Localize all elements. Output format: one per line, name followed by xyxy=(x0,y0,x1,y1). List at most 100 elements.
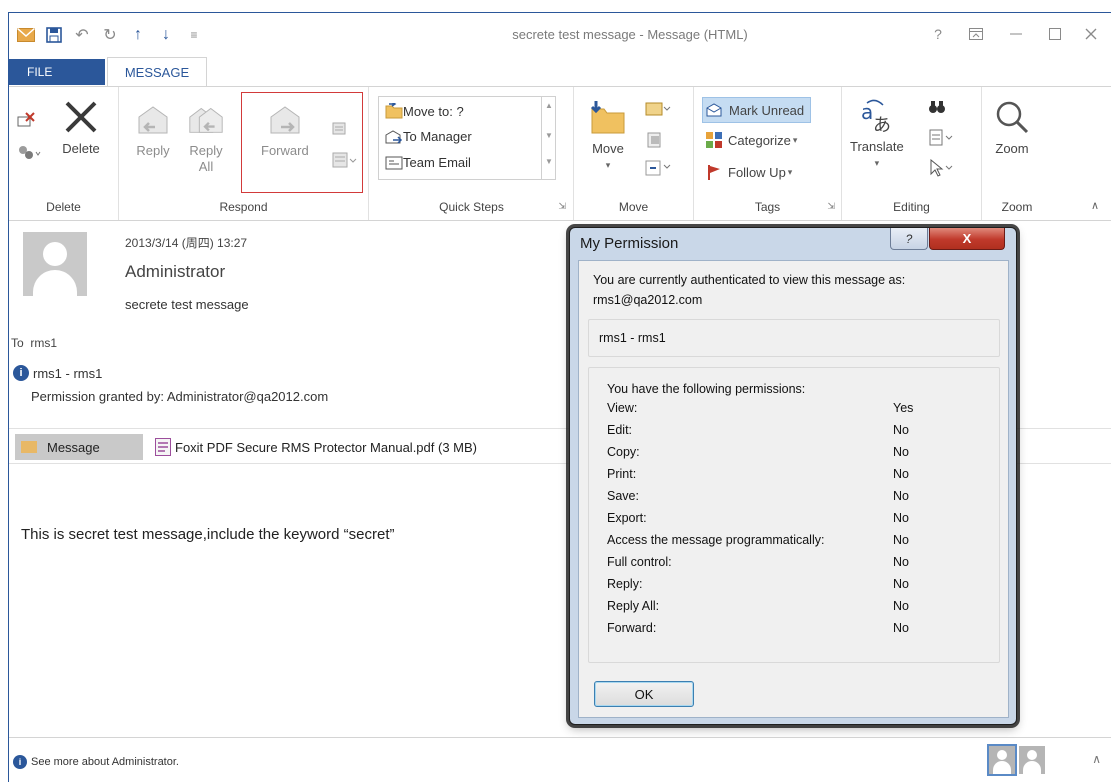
help-icon[interactable]: ? xyxy=(924,23,952,45)
restore-ribbon-icon[interactable] xyxy=(962,23,990,45)
rules-icon[interactable] xyxy=(644,101,672,122)
to-label: To xyxy=(11,336,24,350)
translate-button[interactable]: aあ Translate ▾ xyxy=(850,95,904,171)
permission-row: View: Yes xyxy=(607,401,914,415)
related-icon[interactable] xyxy=(928,129,954,150)
forward-highlight-box xyxy=(241,92,363,193)
junk-icon[interactable] xyxy=(17,145,41,164)
ribbon-tabs: FILE MESSAGE xyxy=(9,57,1111,87)
categorize-icon xyxy=(704,131,724,149)
follow-up-dropdown-icon: ▾ xyxy=(787,166,793,177)
outlook-message-window: ↶ ↻ ↑ ↓ ≡ secrete test message - Message… xyxy=(8,12,1111,782)
maximize-icon[interactable] xyxy=(1041,23,1069,45)
dialog-title: My Permission xyxy=(580,235,679,252)
flag-icon xyxy=(704,163,724,181)
message-sender[interactable]: Administrator xyxy=(125,262,225,282)
quick-step-team-email-label: Team Email xyxy=(403,155,471,170)
mark-unread-button[interactable]: Mark Unread xyxy=(702,97,812,123)
ignore-icon[interactable] xyxy=(17,111,35,132)
sender-avatar xyxy=(23,232,87,296)
editing-group-label: Editing xyxy=(893,200,930,214)
move-folder-icon xyxy=(588,97,628,137)
ok-button[interactable]: OK xyxy=(594,681,694,707)
envelope-icon xyxy=(21,441,37,453)
mark-unread-icon xyxy=(705,101,725,119)
delete-button[interactable]: Delete xyxy=(61,97,101,157)
reply-label: Reply xyxy=(136,143,170,158)
find-icon[interactable] xyxy=(928,99,946,118)
ribbon: Delete Delete Reply Reply All Forward Re… xyxy=(9,86,1111,221)
reply-icon xyxy=(133,99,173,139)
translate-icon: aあ xyxy=(857,95,897,135)
zoom-button[interactable]: Zoom xyxy=(992,97,1032,157)
tab-file[interactable]: FILE xyxy=(9,59,105,85)
move-label: Move xyxy=(592,141,624,156)
quick-step-move-to-label: Move to: ? xyxy=(403,103,464,119)
info-icon: i xyxy=(13,365,29,381)
respond-group-label: Respond xyxy=(219,200,268,214)
zoom-group: Zoom Zoom xyxy=(982,87,1052,220)
permission-info[interactable]: i rms1 - rms1 xyxy=(13,365,102,381)
permission-row: Access the message programmatically: No xyxy=(607,533,909,547)
permission-row: Save: No xyxy=(607,489,909,503)
permission-granted: Permission granted by: Administrator@qa2… xyxy=(31,389,329,404)
follow-up-label: Follow Up xyxy=(728,164,786,180)
tags-launcher-icon[interactable]: ⇲ xyxy=(827,201,835,212)
close-icon[interactable] xyxy=(1077,23,1105,45)
quick-step-team-email[interactable]: Team Email xyxy=(385,155,471,170)
team-email-icon xyxy=(385,156,403,170)
delete-label: Delete xyxy=(62,141,100,156)
categorize-label: Categorize xyxy=(728,132,791,148)
quick-step-move-to[interactable]: Move to: ? xyxy=(385,103,464,119)
dialog-content: You are currently authenticated to view … xyxy=(578,260,1009,718)
zoom-group-label: Zoom xyxy=(1001,200,1033,214)
my-permission-dialog: My Permission ? X You are currently auth… xyxy=(569,227,1017,725)
select-icon[interactable] xyxy=(928,158,954,180)
people-avatar[interactable] xyxy=(1019,746,1045,774)
onenote-icon[interactable] xyxy=(646,131,664,152)
folder-arrow-icon xyxy=(385,103,403,119)
move-group: Move ▾ Move xyxy=(574,87,694,220)
delete-group: Delete Delete xyxy=(9,87,119,220)
dialog-close-button[interactable]: X xyxy=(929,228,1005,250)
reply-all-label-1: Reply xyxy=(189,143,223,158)
attachment-file[interactable]: Foxit PDF Secure RMS Protector Manual.pd… xyxy=(155,438,477,456)
people-avatar-selected[interactable] xyxy=(987,744,1017,776)
auth-line-2: rms1@qa2012.com xyxy=(593,293,703,307)
svg-text:あ: あ xyxy=(873,115,891,135)
tab-message[interactable]: MESSAGE xyxy=(107,57,207,87)
translate-dropdown-icon: ▾ xyxy=(874,158,880,168)
quick-steps-scrollbar[interactable]: ▲ ▼ ▼ xyxy=(541,97,555,179)
reply-all-icon xyxy=(186,99,226,139)
quick-step-to-manager[interactable]: To Manager xyxy=(385,129,472,144)
move-group-label: Move xyxy=(618,200,649,214)
title-bar: ↶ ↻ ↑ ↓ ≡ secrete test message - Message… xyxy=(9,13,1111,53)
move-button[interactable]: Move ▾ xyxy=(588,97,628,173)
expand-people-pane-icon[interactable]: ∧ xyxy=(1092,752,1101,766)
minimize-icon[interactable] xyxy=(1002,23,1030,45)
help-icon: ? xyxy=(905,231,913,246)
reply-all-button[interactable]: Reply All xyxy=(186,99,226,175)
magnifier-icon xyxy=(992,97,1032,137)
close-icon: X xyxy=(962,231,972,246)
message-date: 2013/3/14 (周四) 13:27 xyxy=(125,236,248,250)
attachment-message-tab[interactable]: Message xyxy=(15,434,143,460)
categorize-dropdown-icon: ▾ xyxy=(792,134,798,145)
move-dropdown-icon: ▾ xyxy=(605,160,611,170)
permission-row: Edit: No xyxy=(607,423,909,437)
zoom-label: Zoom xyxy=(995,141,1029,156)
translate-label: Translate xyxy=(850,139,904,154)
see-more-link[interactable]: i See more about Administrator. xyxy=(13,755,179,769)
reply-button[interactable]: Reply xyxy=(133,99,173,159)
authenticated-user: rms1 - rms1 xyxy=(599,331,666,345)
permission-row: Export: No xyxy=(607,511,909,525)
mail-forward-icon xyxy=(385,129,403,144)
dialog-help-button[interactable]: ? xyxy=(890,228,928,250)
collapse-ribbon-icon[interactable]: ∧ xyxy=(1091,199,1099,212)
quick-step-to-manager-label: To Manager xyxy=(403,129,472,144)
actions-icon[interactable] xyxy=(644,159,672,180)
auth-line-1: You are currently authenticated to view … xyxy=(593,273,906,287)
to-recipient[interactable]: rms1 xyxy=(30,336,57,350)
follow-up-button[interactable]: Follow Up ▾ xyxy=(704,163,792,181)
categorize-button[interactable]: Categorize ▾ xyxy=(704,131,797,149)
